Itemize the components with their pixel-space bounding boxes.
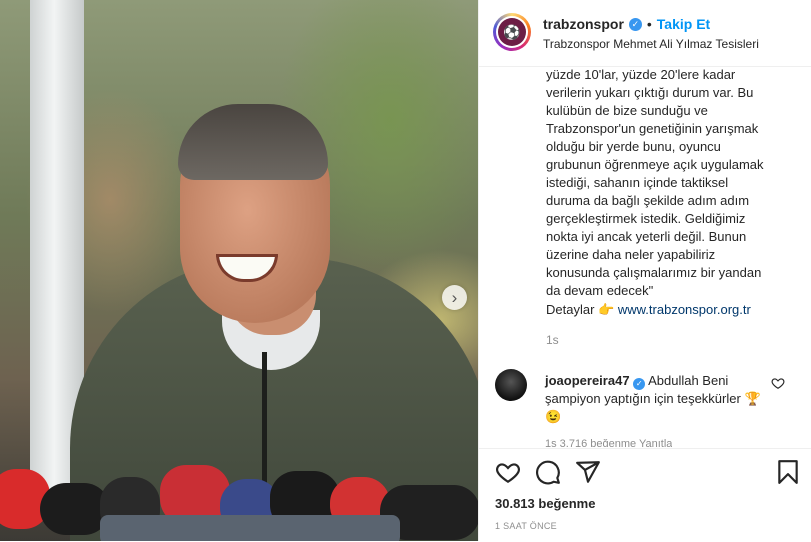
- location-link[interactable]: Trabzonspor Mehmet Ali Yılmaz Tesisleri: [543, 37, 759, 51]
- caption-line: istediği, sahanın içinde taktiksel: [546, 175, 729, 190]
- instagram-post-modal: › ⚽ trabzonspor ✓ • Takip Et Trabzonspor…: [0, 0, 811, 542]
- next-photo-button[interactable]: ›: [442, 285, 467, 310]
- comment-body: joaopereira47 ✓ Abdullah Beni şampiyon y…: [545, 372, 771, 426]
- chevron-right-icon: ›: [451, 287, 458, 307]
- caption-line: verilerin yukarı çıktığı durum var. Bu: [546, 85, 754, 100]
- share-icon[interactable]: [575, 459, 601, 485]
- comment-text-2: şampiyon yaptığın için teşekkürler: [545, 391, 741, 406]
- club-logo-icon: ⚽: [498, 18, 526, 46]
- details-link[interactable]: www.trabzonspor.org.tr: [618, 302, 751, 317]
- comment-like-heart-icon[interactable]: [771, 376, 785, 390]
- caption-line: grubunun öğrenmeye açık uygulamak: [546, 157, 764, 172]
- post-side-panel: ⚽ trabzonspor ✓ • Takip Et Trabzonspor M…: [478, 0, 811, 542]
- microphones: [0, 455, 478, 541]
- person-hair: [178, 104, 328, 180]
- caption-line: duruma da bağlı şekilde adım adım: [546, 193, 750, 208]
- caption-line: gerçekleştirmek istedik. Geldiğimiz: [546, 211, 746, 226]
- comment-meta: 1s 3.716 beğenme Yanıtla: [545, 438, 673, 447]
- post-header: ⚽ trabzonspor ✓ • Takip Et Trabzonspor M…: [479, 0, 811, 67]
- caption-line: üzerine daha neler yapabiliriz: [546, 247, 716, 262]
- comment-icon[interactable]: [535, 459, 561, 485]
- caption-line: kulübün de bize sunduğu ve: [546, 103, 708, 118]
- verified-badge-icon: ✓: [633, 378, 646, 390]
- username-link[interactable]: trabzonspor: [543, 16, 624, 32]
- caption-details-line: Detaylar 👉 www.trabzonspor.org.tr: [546, 301, 794, 319]
- post-timestamp[interactable]: 1 SAAT ÖNCE: [495, 521, 557, 531]
- pointing-hand-emoji: 👉: [598, 302, 615, 317]
- header-user-row: trabzonspor ✓ • Takip Et: [543, 16, 710, 32]
- heart-icon[interactable]: [495, 459, 521, 485]
- verified-badge-icon: ✓: [628, 17, 642, 31]
- post-actions-bar: 30.813 beğenme 1 SAAT ÖNCE: [479, 448, 811, 542]
- separator-dot: •: [646, 16, 652, 32]
- bookmark-icon[interactable]: [775, 459, 801, 485]
- profile-avatar[interactable]: ⚽: [493, 13, 531, 51]
- likes-count[interactable]: 30.813 beğenme: [495, 496, 595, 511]
- caption-line: yüzde 10'lar, yüzde 20'lere kadar: [546, 67, 736, 82]
- comment-username[interactable]: joaopereira47: [545, 373, 630, 388]
- caption-line: da devam edecek": [546, 283, 654, 298]
- caption-line: nokta iyi ancak yeterli değil. Bunun: [546, 229, 747, 244]
- comment-text-1: Abdullah Beni: [648, 373, 729, 388]
- post-caption: yüzde 10'lar, yüzde 20'lere kadar verile…: [546, 66, 794, 319]
- caption-line: olduğu bir yerde bunu, oyuncu: [546, 139, 721, 154]
- details-label: Detaylar: [546, 302, 595, 317]
- comment-avatar[interactable]: [495, 369, 527, 401]
- caption-line: Trabzonspor'un genetiğinin yarışmak: [546, 121, 759, 136]
- follow-button[interactable]: Takip Et: [657, 16, 710, 32]
- caption-timestamp[interactable]: 1s: [546, 333, 559, 347]
- post-photo[interactable]: ›: [0, 0, 478, 541]
- caption-line: konusunda çalışmalarımız bir yandan: [546, 265, 762, 280]
